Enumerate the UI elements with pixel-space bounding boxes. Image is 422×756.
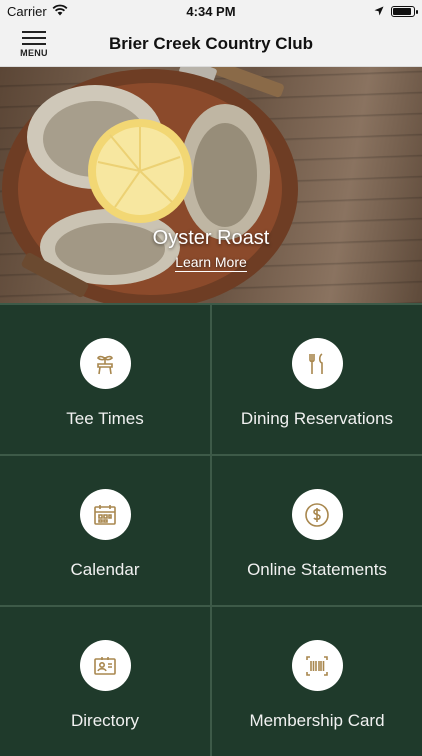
- tile-label: Directory: [70, 711, 139, 730]
- nav-bar: MENU Brier Creek Country Club: [0, 22, 422, 67]
- status-bar: Carrier 4:34 PM: [0, 0, 422, 22]
- tile-calendar[interactable]: Calendar: [0, 456, 210, 605]
- barcode-icon: [291, 640, 343, 691]
- dollar-icon: [291, 489, 343, 540]
- battery-icon: [391, 5, 418, 17]
- hero-caption: Oyster Roast Learn More: [0, 227, 422, 272]
- page-title: Brier Creek Country Club: [108, 34, 314, 53]
- hamburger-icon: [22, 30, 46, 45]
- hero-title: Oyster Roast: [152, 227, 270, 249]
- learn-more-link[interactable]: Learn More: [175, 254, 247, 272]
- dining-icon: [291, 338, 343, 389]
- tee-times-icon: [79, 338, 131, 389]
- location-arrow-icon: [374, 4, 384, 19]
- hero-banner[interactable]: Oyster Roast Learn More: [0, 67, 422, 303]
- tile-tee-times[interactable]: Tee Times: [0, 305, 210, 454]
- menu-label: MENU: [20, 47, 48, 58]
- tile-dining-reservations[interactable]: Dining Reservations: [212, 305, 422, 454]
- tile-label: Tee Times: [66, 409, 144, 428]
- calendar-icon: [79, 489, 131, 540]
- status-left: Carrier: [7, 4, 68, 19]
- battery-fill: [393, 7, 411, 15]
- menu-button[interactable]: MENU: [14, 30, 54, 58]
- wifi-icon: [52, 4, 68, 19]
- tile-membership-card[interactable]: Membership Card: [212, 607, 422, 756]
- tile-directory[interactable]: Directory: [0, 607, 210, 756]
- directory-icon: [79, 640, 131, 691]
- status-right: [374, 4, 418, 19]
- tile-label: Dining Reservations: [240, 409, 394, 428]
- carrier-label: Carrier: [7, 3, 47, 19]
- tile-label: Online Statements: [247, 560, 387, 579]
- tile-online-statements[interactable]: Online Statements: [212, 456, 422, 605]
- tile-label: Calendar: [70, 560, 140, 579]
- feature-grid: Tee Times Dining Reservations Calendar O…: [0, 303, 422, 756]
- tile-label: Membership Card: [249, 711, 385, 730]
